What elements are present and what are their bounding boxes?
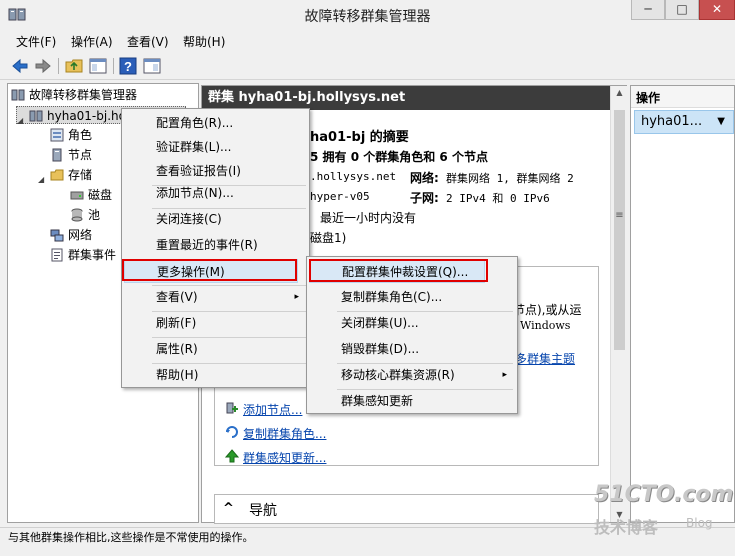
summary-title: ha01-bj 的摘要 [310,130,409,145]
menu-cluster-aware-updating[interactable]: 群集感知更新 [309,389,515,413]
menu-bar: 文件(F) 操作(A) 查看(V) 帮助(H) [0,30,735,52]
maximize-button[interactable]: □ [665,0,699,20]
scroll-up-icon[interactable]: ▲ [611,88,628,97]
center-header: 群集 hyha01-bj.hollysys.net [202,86,610,110]
menu-configure-role[interactable]: 配置角色(R)... [124,111,307,135]
toolbar-separator [113,58,114,74]
scroll-grip-icon: ≡ [615,210,624,221]
tree-label: 网络 [68,228,93,242]
watermark-line2: 技术博客 [594,518,659,537]
copy-cluster-role-link[interactable]: 复制群集角色... [243,425,326,442]
menu-move-core-resources[interactable]: 移动核心群集资源(R) ▸ [309,363,515,387]
tree-label: hyha01-bj.ho [47,109,126,123]
show-hide-tree-icon[interactable] [88,56,108,76]
collapse-arrow-icon[interactable]: ◢ [38,171,44,189]
submenu-arrow-icon: ▸ [294,292,299,302]
watermark-line3: Blog [686,516,713,530]
cau-icon [225,449,239,463]
tree-label: 角色 [68,128,93,142]
window-title: 故障转移群集管理器 [304,9,431,25]
actions-pane: 操作 hyha01... ▼ [630,85,735,523]
menu-view[interactable]: 查看(V) ▸ [124,285,307,309]
disk-icon [70,191,84,200]
menu-shutdown-cluster[interactable]: 关闭群集(U)... [309,311,515,335]
disk-note: 磁盘1) [310,231,347,245]
cluster-icon [29,110,43,122]
submenu-arrow-icon: ▸ [502,370,507,380]
toolbar-separator [58,58,59,74]
box-text-windows: Windows [520,319,571,332]
menu-action[interactable]: 操作(A) [71,33,113,50]
navigation-title: 导航 [249,503,277,519]
menu-add-node[interactable]: 添加节点(N)... [124,181,307,205]
menu-validate-cluster[interactable]: 验证群集(L)... [124,135,307,159]
context-menu: 配置角色(R)... 验证群集(L)... 查看验证报告(I) 添加节点(N).… [121,108,310,388]
pool-icon [71,208,83,222]
svg-text:?: ? [124,59,132,74]
host-name-2: hyper-v05 [310,190,370,203]
menu-reset-recent-events[interactable]: 重置最近的事件(R) [124,233,307,257]
menu-help[interactable]: 帮助(H) [124,363,307,387]
scroll-thumb[interactable] [614,110,625,350]
subnet-label: 子网: [410,191,439,205]
cluster-manager-icon [11,89,25,101]
actions-selected-item[interactable]: hyha01... ▼ [634,110,734,134]
navigation-section[interactable]: ^ 导航 [214,494,599,524]
center-vertical-scrollbar[interactable]: ▲ ≡ ▼ [610,86,627,522]
help-icon[interactable]: ? [118,56,138,76]
chevron-up-icon[interactable]: ^ [223,501,234,516]
events-icon [51,248,63,262]
box-text: 节点),或从运 [513,303,582,317]
nodes-icon [52,148,62,162]
cluster-aware-updating-link[interactable]: 群集感知更新... [243,449,326,466]
add-node-icon [226,402,238,414]
subnet-value: 2 IPv4 和 0 IPv6 [446,192,550,205]
menu-properties[interactable]: 属性(R) [124,337,307,361]
tree-label: 存储 [68,168,93,182]
tree-label: 群集事件 [68,248,117,262]
actions-selected-label: hyha01... [641,114,703,129]
forward-arrow-icon[interactable] [33,56,53,76]
cluster-topics-link[interactable]: 多群集主题 [515,350,575,367]
tree-label: 磁盘 [88,188,113,202]
menu-view[interactable]: 查看(V) [127,33,169,50]
summary-line: 5 拥有 0 个群集角色和 6 个节点 [310,150,488,164]
network-label: 网络: [410,171,439,185]
show-hide-action-pane-icon[interactable] [142,56,162,76]
collapse-arrow-icon[interactable]: ◢ [17,112,23,130]
storage-icon [50,169,64,181]
menu-copy-cluster-roles[interactable]: 复制群集角色(C)... [309,285,515,309]
minimize-button[interactable]: ─ [631,0,665,20]
menu-view-label: 查看(V) [156,290,198,304]
copy-role-icon [226,426,238,438]
add-node-link[interactable]: 添加节点... [243,401,302,418]
menu-destroy-cluster[interactable]: 销毁群集(D)... [309,337,515,361]
menu-help[interactable]: 帮助(H) [183,33,225,50]
watermark-line1: 51CTO.com [594,482,734,507]
menu-move-core-resources-label: 移动核心群集资源(R) [341,368,455,382]
close-button[interactable]: ✕ [699,0,735,20]
recent-events: 最近一小时内没有 [320,211,417,225]
dropdown-arrow-icon[interactable]: ▼ [717,111,725,133]
tree-label: 节点 [68,148,93,162]
menu-file[interactable]: 文件(F) [16,33,56,50]
highlight-box-more-actions [122,259,297,281]
back-arrow-icon[interactable] [10,56,30,76]
roles-icon [50,128,64,142]
up-folder-icon[interactable] [64,56,84,76]
network-icon [50,229,64,242]
host-name: .hollysys.net [310,170,397,183]
tree-label: 池 [88,208,101,222]
toolbar: ? [0,53,735,80]
actions-header: 操作 [631,86,734,108]
tree-label: 故障转移群集管理器 [29,88,138,102]
highlight-box-configure-quorum [309,259,488,282]
menu-refresh[interactable]: 刷新(F) [124,311,307,335]
menu-view-validation-report[interactable]: 查看验证报告(I) [124,159,307,183]
site-watermark: 51CTO.com 技术博客 Blog [592,482,734,542]
menu-close-connection[interactable]: 关闭连接(C) [124,207,307,231]
title-bar: 故障转移群集管理器 ─ □ ✕ [0,0,735,30]
network-value: 群集网络 1, 群集网络 2 [446,172,574,185]
